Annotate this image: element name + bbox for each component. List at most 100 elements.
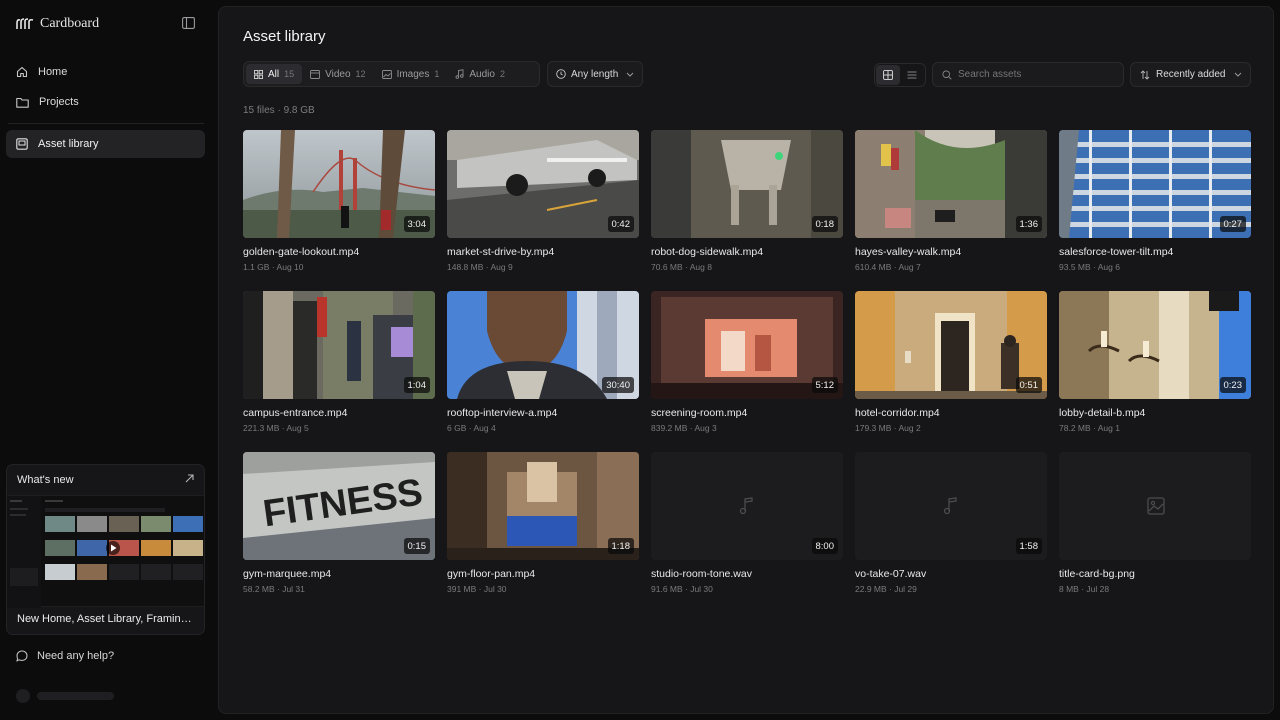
tab-label: Audio [469, 68, 495, 80]
tab-audio[interactable]: Audio 2 [447, 64, 513, 84]
asset-thumbnail: 5:12 [651, 291, 843, 399]
chevron-down-icon [626, 72, 634, 77]
duration-badge: 0:23 [1219, 377, 1246, 393]
asset-meta: 70.6 MB · Aug 8 [651, 262, 712, 272]
asset-name: gym-marquee.mp4 [243, 568, 332, 580]
sidebar-divider [8, 123, 204, 124]
duration-badge: 0:18 [811, 216, 838, 232]
asset-card[interactable]: 0:51 hotel-corridor.mp4 179.3 MB · Aug 2 [855, 291, 1047, 441]
asset-card[interactable]: FITNESS 0:15 gym-marquee.mp4 58.2 MB · J… [243, 452, 435, 602]
library-summary: 15 files · 9.8 GB [243, 105, 315, 116]
asset-meta: 22.9 MB · Jul 29 [855, 584, 917, 594]
tab-count: 1 [434, 69, 440, 79]
duration-badge: 5:12 [811, 377, 838, 393]
whats-new-preview-image [7, 495, 204, 608]
asset-thumbnail: 8:00 [651, 452, 843, 560]
asset-name: screening-room.mp4 [651, 407, 748, 419]
asset-meta: 58.2 MB · Jul 31 [243, 584, 305, 594]
asset-meta: 221.3 MB · Aug 5 [243, 423, 309, 433]
asset-thumbnail: 3:04 [243, 130, 435, 238]
view-toggle [874, 63, 926, 87]
whats-new-card[interactable]: What's new New Home, Asset Library, Fram… [6, 464, 205, 635]
asset-card[interactable]: 0:27 salesforce-tower-tilt.mp4 93.5 MB ·… [1059, 130, 1251, 280]
duration-badge: 1:36 [1015, 216, 1042, 232]
main-panel: Asset library All 15 Video 12 Images 1 A… [218, 6, 1274, 714]
asset-card[interactable]: 0:42 market-st-drive-by.mp4 148.8 MB · A… [447, 130, 639, 280]
duration-badge: 0:42 [607, 216, 634, 232]
asset-meta: 839.2 MB · Aug 3 [651, 423, 717, 433]
asset-card[interactable]: 30:40 rooftop-interview-a.mp4 6 GB · Aug… [447, 291, 639, 441]
duration-badge: 8:00 [811, 538, 838, 554]
sort-icon [1140, 69, 1150, 80]
video-icon [310, 69, 321, 79]
asset-card[interactable]: 3:04 golden-gate-lookout.mp4 1.1 GB · Au… [243, 130, 435, 280]
tab-count: 15 [284, 69, 295, 79]
avatar[interactable] [16, 689, 30, 703]
sidebar-item-asset-library[interactable]: Asset library [6, 130, 205, 158]
brand-logo[interactable]: Cardboard [16, 14, 99, 34]
asset-meta: 6 GB · Aug 4 [447, 423, 496, 433]
music-icon [455, 69, 464, 79]
list-view-button[interactable] [900, 65, 924, 85]
asset-name: campus-entrance.mp4 [243, 407, 348, 419]
asset-card[interactable]: 5:12 screening-room.mp4 839.2 MB · Aug 3 [651, 291, 843, 441]
asset-name: market-st-drive-by.mp4 [447, 246, 555, 258]
chat-bubble-icon [16, 650, 28, 662]
length-filter-dropdown[interactable]: Any length [547, 61, 643, 87]
tab-count: 2 [499, 69, 505, 79]
music-note-icon [739, 497, 753, 515]
asset-name: hayes-valley-walk.mp4 [855, 246, 962, 258]
search-input[interactable] [958, 69, 1118, 80]
asset-thumbnail: 0:51 [855, 291, 1047, 399]
sidebar-item-home[interactable]: Home [6, 58, 205, 86]
asset-name: robot-dog-sidewalk.mp4 [651, 246, 764, 258]
chevron-down-icon [1234, 72, 1242, 77]
whats-new-title: What's new [17, 474, 74, 486]
asset-name: rooftop-interview-a.mp4 [447, 407, 558, 419]
duration-badge: 0:51 [1015, 377, 1042, 393]
duration-badge: 3:04 [403, 216, 430, 232]
asset-thumbnail: 0:23 [1059, 291, 1251, 399]
external-link-icon [185, 474, 194, 483]
page-title: Asset library [243, 28, 326, 45]
tab-images[interactable]: Images 1 [374, 64, 448, 84]
sidebar-item-projects[interactable]: Projects [6, 88, 205, 116]
search-box [932, 62, 1124, 87]
tab-count: 12 [355, 69, 366, 79]
tab-label: Images [396, 68, 430, 80]
duration-badge: 1:18 [607, 538, 634, 554]
asset-card[interactable]: 1:18 gym-floor-pan.mp4 391 MB · Jul 30 [447, 452, 639, 602]
asset-thumbnail [1059, 452, 1251, 560]
asset-thumbnail: 0:27 [1059, 130, 1251, 238]
asset-card[interactable]: 1:36 hayes-valley-walk.mp4 610.4 MB · Au… [855, 130, 1047, 280]
grid-view-icon [883, 70, 893, 80]
duration-badge: 1:04 [403, 377, 430, 393]
asset-card[interactable]: 0:23 lobby-detail-b.mp4 78.2 MB · Aug 1 [1059, 291, 1251, 441]
asset-name: vo-take-07.wav [855, 568, 927, 580]
sort-dropdown[interactable]: Recently added [1130, 62, 1251, 87]
sidebar-item-label: Asset library [38, 138, 99, 150]
asset-name: title-card-bg.png [1059, 568, 1135, 580]
sidebar-toggle-icon [182, 17, 195, 29]
clock-icon [556, 69, 566, 79]
asset-card[interactable]: 1:58 vo-take-07.wav 22.9 MB · Jul 29 [855, 452, 1047, 602]
tab-all[interactable]: All 15 [246, 64, 303, 84]
asset-card[interactable]: 8:00 studio-room-tone.wav 91.6 MB · Jul … [651, 452, 843, 602]
grid-view-button[interactable] [876, 65, 900, 85]
sidebar-item-label: Home [38, 66, 68, 78]
asset-thumbnail: 0:18 [651, 130, 843, 238]
duration-badge: 30:40 [602, 377, 634, 393]
help-link[interactable]: Need any help? [16, 650, 114, 662]
folder-icon [16, 97, 29, 108]
music-note-icon [943, 497, 957, 515]
asset-meta: 8 MB · Jul 28 [1059, 584, 1110, 594]
tab-label: All [268, 68, 280, 80]
asset-thumbnail: 1:36 [855, 130, 1047, 238]
asset-card[interactable]: title-card-bg.png 8 MB · Jul 28 [1059, 452, 1251, 602]
asset-card[interactable]: 1:04 campus-entrance.mp4 221.3 MB · Aug … [243, 291, 435, 441]
collapse-sidebar-button[interactable] [182, 16, 198, 32]
tab-video[interactable]: Video 12 [302, 64, 373, 84]
home-icon [16, 66, 28, 78]
asset-card[interactable]: 0:18 robot-dog-sidewalk.mp4 70.6 MB · Au… [651, 130, 843, 280]
asset-meta: 1.1 GB · Aug 10 [243, 262, 304, 272]
